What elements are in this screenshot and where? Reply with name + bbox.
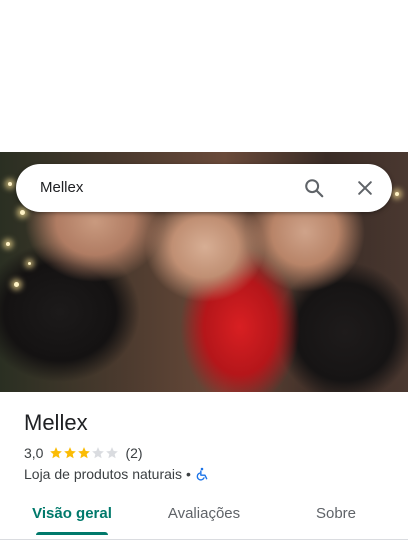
rating-value: 3,0: [24, 445, 44, 461]
search-button[interactable]: [298, 172, 330, 204]
tab-reviews[interactable]: Avaliações: [152, 496, 256, 532]
review-count[interactable]: (2): [125, 445, 142, 461]
star-filled-icon: [78, 447, 91, 459]
separator: •: [186, 466, 191, 482]
search-input[interactable]: Mellex: [40, 164, 83, 212]
place-tabs: Visão geral Avaliações Sobre: [0, 496, 408, 536]
star-filled-icon: [50, 447, 63, 459]
search-icon: [305, 179, 324, 198]
place-category[interactable]: Loja de produtos naturais: [24, 466, 182, 482]
active-tab-indicator: [36, 532, 108, 535]
rating-row[interactable]: 3,0 (2): [24, 444, 143, 462]
close-icon: [358, 181, 372, 195]
tab-overview[interactable]: Visão geral: [24, 496, 120, 532]
place-title: Mellex: [24, 410, 88, 435]
category-row: Loja de produtos naturais •: [24, 465, 209, 483]
star-empty-icon: [106, 447, 119, 459]
tabs-divider: [0, 539, 408, 540]
clear-search-button[interactable]: [349, 172, 381, 204]
rating-stars: [49, 446, 119, 460]
star-filled-icon: [64, 447, 77, 459]
wheelchair-icon[interactable]: [195, 467, 209, 481]
search-bar[interactable]: Mellex: [16, 164, 392, 212]
star-empty-icon: [92, 447, 105, 459]
tab-about[interactable]: Sobre: [296, 496, 376, 532]
